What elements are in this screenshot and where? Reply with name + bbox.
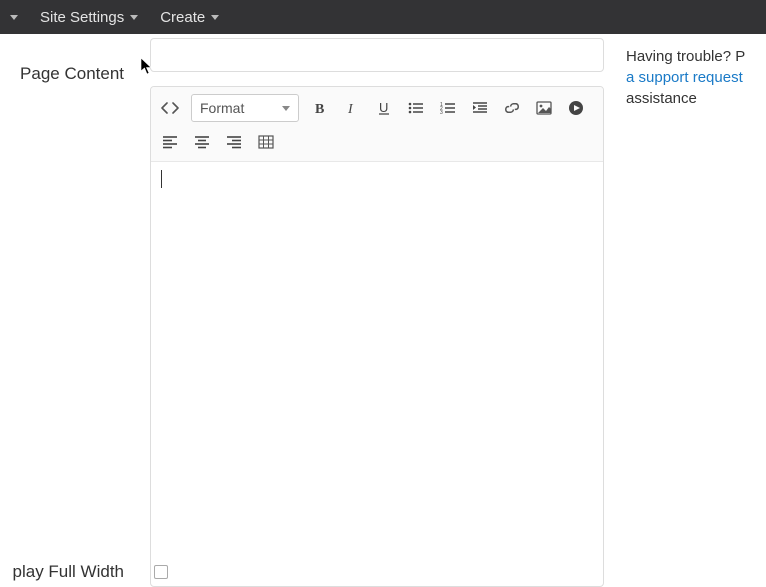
- table-button[interactable]: [255, 131, 277, 153]
- chevron-down-icon: [282, 106, 290, 111]
- bold-button[interactable]: B: [309, 97, 331, 119]
- middle-column: Format B I U 123: [150, 40, 616, 587]
- help-sidebar: Having trouble? P a support request assi…: [616, 40, 766, 587]
- image-button[interactable]: [533, 97, 555, 119]
- editor-content-area[interactable]: [151, 162, 603, 586]
- topbar: Site Settings Create: [0, 0, 766, 34]
- format-select-label: Format: [200, 100, 244, 116]
- align-right-button[interactable]: [223, 131, 245, 153]
- text-caret: [161, 170, 162, 188]
- bullet-list-button[interactable]: [405, 97, 427, 119]
- svg-text:B: B: [315, 102, 324, 115]
- help-line-2: assistance: [626, 90, 697, 107]
- svg-text:I: I: [347, 102, 354, 115]
- svg-text:3: 3: [440, 110, 443, 115]
- content-grid: Page Content Format B I: [0, 34, 766, 587]
- chevron-down-icon: [10, 15, 18, 20]
- media-button[interactable]: [565, 97, 587, 119]
- italic-button[interactable]: I: [341, 97, 363, 119]
- toolbar-row-1: Format B I U 123: [159, 93, 595, 123]
- format-select[interactable]: Format: [191, 94, 299, 122]
- nav-site-settings[interactable]: Site Settings: [40, 9, 138, 26]
- nav-site-settings-label: Site Settings: [40, 9, 124, 26]
- align-left-button[interactable]: [159, 131, 181, 153]
- align-center-button[interactable]: [191, 131, 213, 153]
- left-column: Page Content: [0, 40, 150, 587]
- full-width-checkbox[interactable]: [154, 565, 168, 579]
- help-line-1: Having trouble? P: [626, 48, 745, 65]
- chevron-down-icon: [211, 15, 219, 20]
- underline-button[interactable]: U: [373, 97, 395, 119]
- support-request-link[interactable]: a support request: [626, 69, 743, 86]
- svg-text:U: U: [379, 101, 388, 115]
- full-width-row: play Full Width: [0, 562, 766, 582]
- chevron-down-icon: [130, 15, 138, 20]
- editor-toolbar: Format B I U 123: [151, 87, 603, 162]
- page-content-label: Page Content: [0, 64, 124, 84]
- title-field[interactable]: [150, 38, 604, 72]
- nav-create[interactable]: Create: [160, 9, 219, 26]
- full-width-label: play Full Width: [13, 562, 124, 581]
- nav-create-label: Create: [160, 9, 205, 26]
- indent-button[interactable]: [469, 97, 491, 119]
- numbered-list-button[interactable]: 123: [437, 97, 459, 119]
- toolbar-row-2: [159, 127, 595, 157]
- rich-text-editor: Format B I U 123: [150, 86, 604, 587]
- nav-menu-prev[interactable]: [10, 15, 18, 20]
- source-code-button[interactable]: [159, 97, 181, 119]
- link-button[interactable]: [501, 97, 523, 119]
